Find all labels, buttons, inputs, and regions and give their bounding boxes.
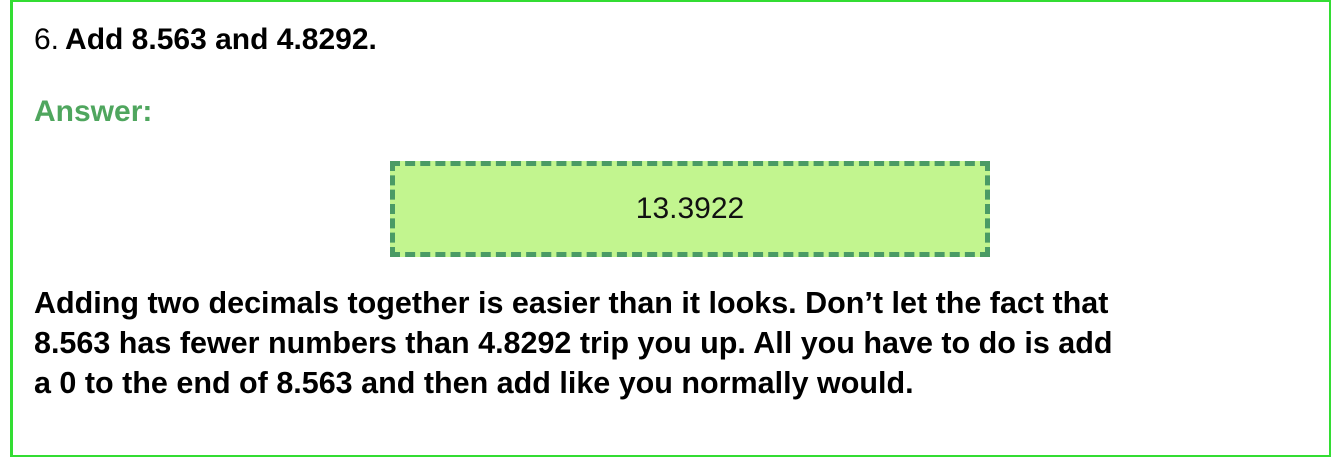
question-text: Add 8.563 and 4.8292. [65, 23, 377, 56]
explanation-line: a 0 to the end of 8.563 and then add lik… [34, 366, 914, 400]
question-number: 6. [34, 23, 60, 56]
explanation-line: 8.563 has fewer numbers than 4.8292 trip… [34, 326, 1113, 360]
explanation-line: Adding two decimals together is easier t… [34, 286, 1109, 320]
answer-box: 13.3922 [390, 161, 990, 257]
answer-label: Answer: [34, 95, 153, 128]
explanation: Adding two decimals together is easier t… [34, 283, 1330, 403]
question: 6. Add 8.563 and 4.8292. [34, 22, 377, 58]
answer-value: 13.3922 [635, 192, 745, 225]
